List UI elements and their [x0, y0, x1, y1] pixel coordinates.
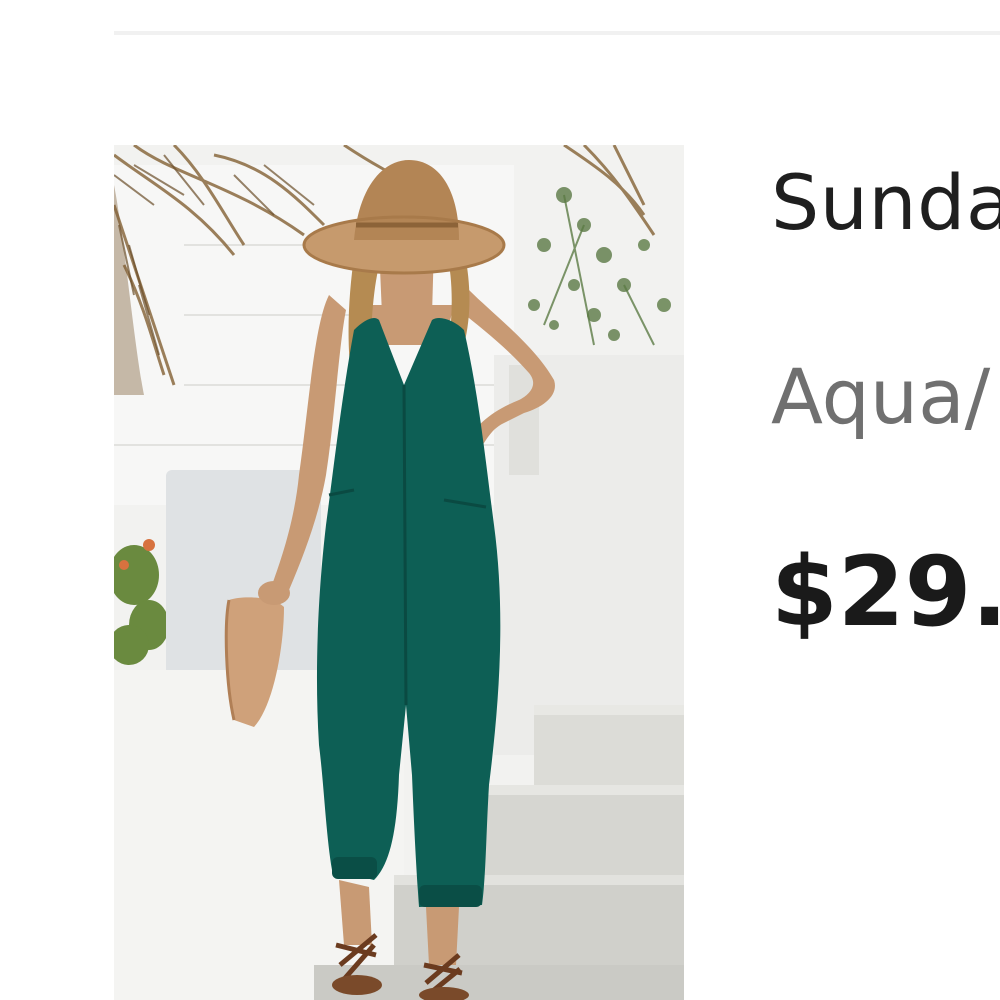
product-title: Sunda — [771, 158, 1000, 247]
product-color: Aqua/ — [771, 352, 991, 441]
header-divider — [114, 31, 1000, 35]
product-image[interactable] — [114, 145, 684, 1000]
product-price: $29.9 — [771, 536, 1000, 648]
product-page: Sunda Aqua/ $29.9 — [0, 0, 1000, 1000]
